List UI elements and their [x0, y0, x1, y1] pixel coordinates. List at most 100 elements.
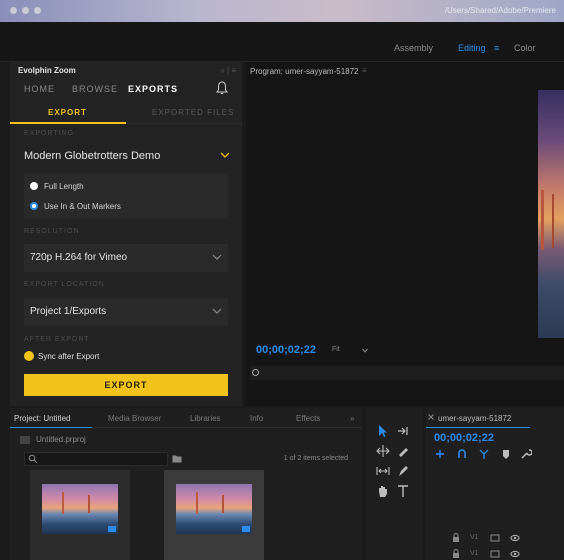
- lock-icon[interactable]: [452, 533, 460, 543]
- radio-full-length[interactable]: [30, 182, 38, 190]
- export-button[interactable]: EXPORT: [24, 374, 228, 396]
- fit-label: Fit: [332, 346, 340, 353]
- clip-preview-image: [42, 484, 118, 534]
- lock-icon[interactable]: [452, 549, 460, 559]
- tab-media-browser[interactable]: Media Browser: [108, 414, 161, 423]
- close-window-dot[interactable]: [10, 7, 17, 14]
- tab-effects[interactable]: Effects: [296, 414, 320, 423]
- window-controls[interactable]: [10, 7, 41, 14]
- chevron-down-icon: [212, 254, 222, 260]
- playhead-handle[interactable]: [252, 369, 259, 376]
- slip-tool-icon[interactable]: [376, 464, 390, 478]
- bridge-tower-graphic: [88, 495, 90, 513]
- timeline-timecode[interactable]: 00;00;02;22: [434, 432, 494, 444]
- media-thumbnail-selected[interactable]: [164, 470, 264, 560]
- workspace-tab-assembly[interactable]: Assembly: [394, 43, 433, 53]
- workspace-tab-color[interactable]: Color: [514, 43, 536, 53]
- linked-selection-icon[interactable]: [478, 448, 490, 460]
- tab-project[interactable]: Project: Untitled: [14, 414, 70, 423]
- selection-tool-icon[interactable]: [376, 424, 390, 438]
- export-location-label: EXPORT LOCATION: [24, 281, 105, 288]
- workspace-menu-icon[interactable]: ≡: [494, 43, 499, 53]
- export-location-select[interactable]: Project 1/Exports: [24, 298, 228, 326]
- eye-icon[interactable]: [510, 550, 520, 558]
- clip-badge-icon: [108, 526, 116, 532]
- window-path: /Users/Shared/Adobe/Premiere: [444, 6, 556, 15]
- track-name[interactable]: V1: [470, 534, 479, 541]
- length-options: Full Length Use In & Out Markers: [24, 174, 228, 218]
- program-monitor: Program: umer-sayyam-51872 ≡ 00;00;02;22…: [246, 62, 564, 406]
- razor-tool-icon[interactable]: [396, 444, 410, 458]
- nav-exports[interactable]: EXPORTS: [128, 84, 178, 94]
- bridge-tower-graphic: [222, 495, 224, 513]
- subtab-exported-files[interactable]: EXPORTED FILES: [152, 108, 234, 117]
- nest-sequence-icon[interactable]: [434, 448, 446, 460]
- project-search-input[interactable]: [24, 452, 168, 466]
- minimize-window-dot[interactable]: [22, 7, 29, 14]
- panel-title: Evolphin Zoom: [18, 66, 76, 75]
- subtab-active-underline: [10, 122, 126, 124]
- search-icon: [28, 454, 38, 464]
- snap-icon[interactable]: [456, 448, 468, 460]
- clip-preview-image: [176, 484, 252, 534]
- project-file-name: Untitled.prproj: [36, 435, 86, 444]
- bridge-tower-graphic: [62, 492, 64, 514]
- resolution-select[interactable]: 720p H.264 for Vimeo: [24, 244, 228, 272]
- exporting-value: Modern Globetrotters Demo: [24, 150, 161, 162]
- bridge-tower-graphic: [196, 492, 198, 514]
- clip-badge-icon: [242, 526, 250, 532]
- program-monitor-title[interactable]: Program: umer-sayyam-51872: [250, 67, 358, 76]
- resolution-value: 720p H.264 for Vimeo: [30, 252, 128, 263]
- program-scrub-bar[interactable]: [250, 366, 564, 380]
- plugin-nav: HOME BROWSE EXPORTS: [10, 78, 242, 100]
- track-select-tool-icon[interactable]: [396, 424, 410, 438]
- exporting-label: EXPORTING: [24, 130, 75, 137]
- bell-icon[interactable]: [216, 81, 228, 95]
- nav-browse[interactable]: BROWSE: [72, 84, 118, 94]
- eye-icon[interactable]: [510, 534, 520, 542]
- track-name[interactable]: V1: [470, 550, 479, 557]
- sync-lock-icon[interactable]: [490, 550, 500, 558]
- timeline-sequence-title[interactable]: umer-sayyam-51872: [438, 414, 511, 423]
- zoom-window-dot[interactable]: [34, 7, 41, 14]
- timeline-panel: umer-sayyam-51872 00;00;02;22 V1 V1: [426, 408, 564, 560]
- program-timecode[interactable]: 00;00;02;22: [256, 344, 316, 356]
- sync-lock-icon[interactable]: [490, 534, 500, 542]
- sync-checkbox[interactable]: [24, 351, 34, 361]
- program-menu-icon[interactable]: ≡: [362, 66, 367, 75]
- radio-in-out-markers[interactable]: [30, 202, 38, 210]
- nav-home[interactable]: HOME: [24, 84, 55, 94]
- type-tool-icon[interactable]: [396, 484, 410, 498]
- selection-count: 1 of 2 items selected: [283, 455, 348, 462]
- track-header-row: V1: [452, 548, 552, 560]
- tab-libraries[interactable]: Libraries: [190, 414, 221, 423]
- fit-dropdown[interactable]: Fit: [328, 344, 372, 358]
- bridge-tower-graphic: [552, 194, 554, 248]
- workspace-bar: Assembly Editing ≡ Color: [0, 22, 564, 62]
- hand-tool-icon[interactable]: [376, 484, 390, 498]
- tab-info[interactable]: Info: [250, 414, 263, 423]
- exporting-select[interactable]: Modern Globetrotters Demo: [18, 142, 236, 170]
- workspace-tab-editing[interactable]: Editing: [458, 43, 486, 53]
- sync-label: Sync after Export: [38, 352, 100, 361]
- add-marker-icon[interactable]: [500, 448, 512, 460]
- tabs-overflow-icon[interactable]: »: [350, 414, 354, 423]
- project-panel: Project: Untitled Media Browser Librarie…: [10, 408, 362, 560]
- after-export-label: AFTER EXPORT: [24, 336, 90, 343]
- track-header-row: V1: [452, 532, 552, 544]
- wrench-icon[interactable]: [520, 448, 532, 460]
- new-bin-icon[interactable]: [172, 454, 182, 463]
- chevron-down-icon: [212, 308, 222, 314]
- panel-menu-icon[interactable]: » | ≡: [220, 66, 236, 75]
- video-preview: [538, 90, 564, 338]
- media-thumbnail[interactable]: [30, 470, 130, 560]
- project-file-icon: [20, 436, 30, 444]
- ripple-edit-tool-icon[interactable]: [376, 444, 390, 458]
- subtab-export[interactable]: EXPORT: [48, 108, 87, 117]
- radio-in-out-label: Use In & Out Markers: [44, 202, 121, 211]
- pen-tool-icon[interactable]: [396, 464, 410, 478]
- chevron-down-icon: [362, 348, 368, 353]
- radio-full-length-label: Full Length: [44, 182, 84, 191]
- close-icon[interactable]: [428, 414, 434, 420]
- tools-panel: [366, 408, 422, 560]
